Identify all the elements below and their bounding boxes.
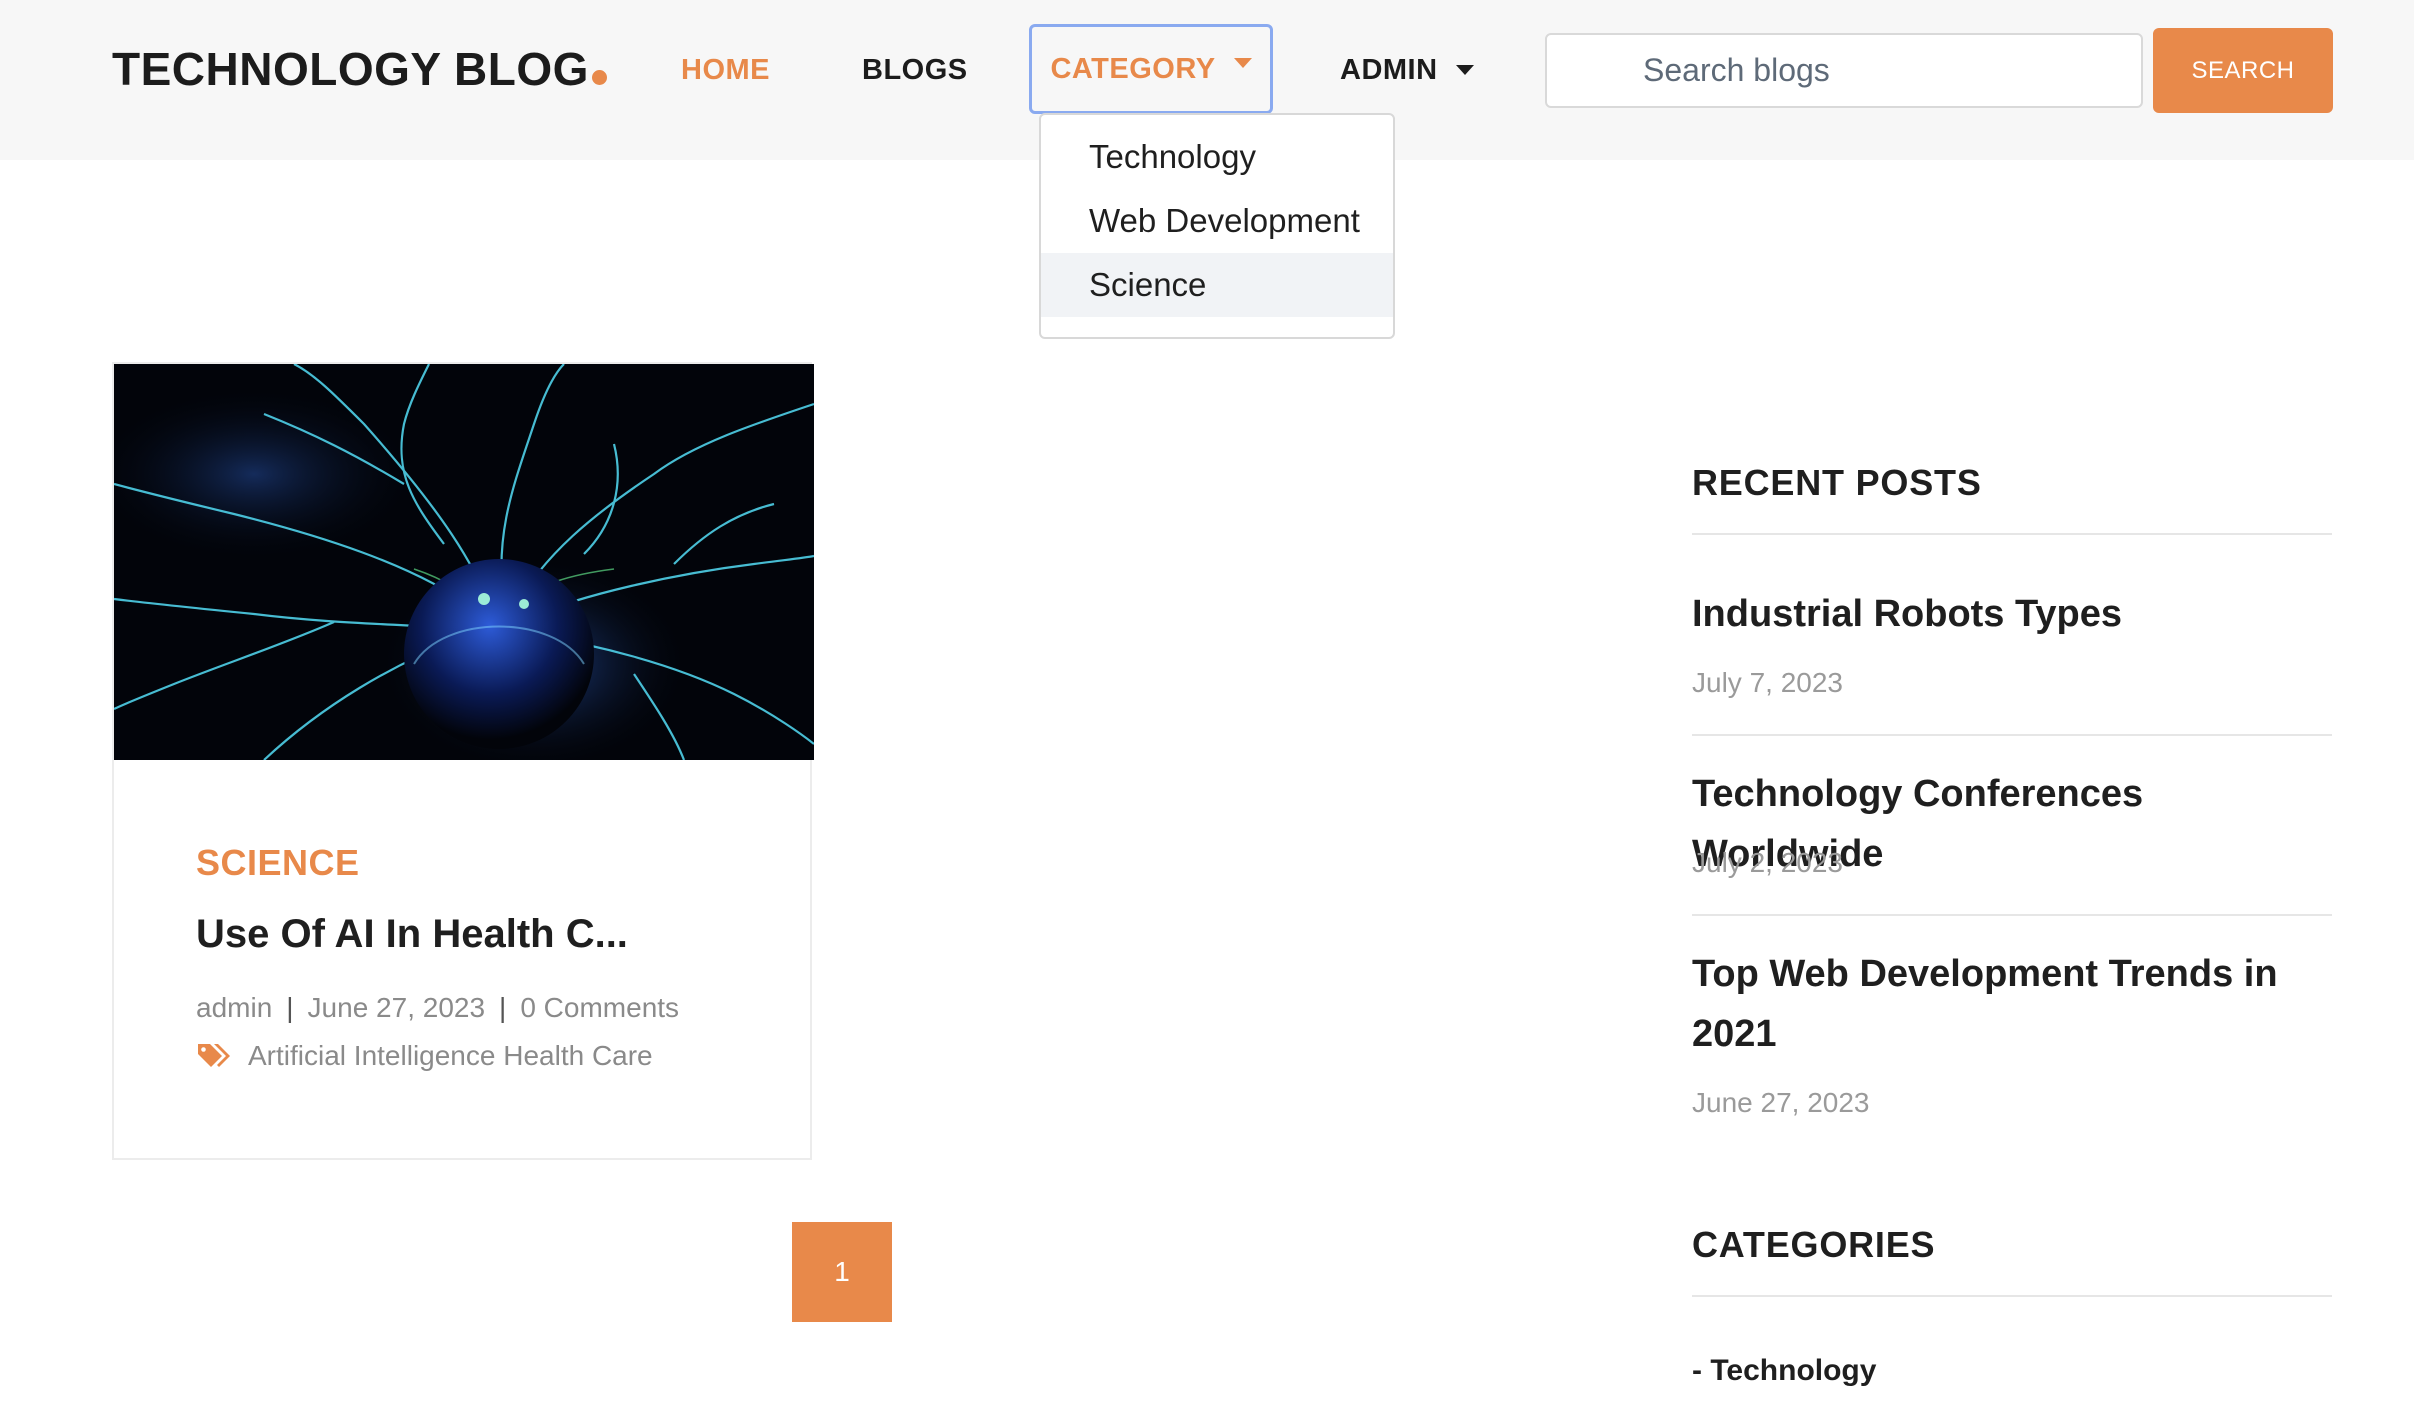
post-image[interactable]: [114, 364, 814, 760]
category-dropdown-menu: Technology Web Development Science: [1039, 113, 1395, 339]
divider: [1692, 914, 2332, 916]
recent-post-title[interactable]: Industrial Robots Types: [1692, 584, 2332, 644]
site-logo[interactable]: TECHNOLOGY BLOG: [112, 42, 607, 96]
recent-post-title[interactable]: Top Web Development Trends in 2021: [1692, 944, 2292, 1064]
post-category[interactable]: SCIENCE: [196, 842, 360, 884]
caret-down-icon: [1233, 58, 1252, 68]
divider: [1692, 1295, 2332, 1297]
meta-separator: |: [286, 992, 294, 1023]
search-input[interactable]: [1545, 33, 2143, 108]
meta-separator: |: [499, 992, 507, 1023]
sidebar-category-technology[interactable]: - Technology: [1692, 1354, 1876, 1388]
dropdown-item-technology[interactable]: Technology: [1041, 125, 1393, 189]
categories-heading: CATEGORIES: [1692, 1224, 1936, 1265]
nav-admin-label: ADMIN: [1340, 53, 1438, 86]
recent-post-date: July 7, 2023: [1692, 667, 1843, 698]
divider: [1692, 533, 2332, 535]
post-tag-list[interactable]: Artificial Intelligence Health Care: [248, 1040, 653, 1072]
logo-text: TECHNOLOGY BLOG: [112, 43, 589, 95]
logo-dot-icon: [591, 70, 607, 85]
dropdown-item-science[interactable]: Science: [1041, 253, 1393, 317]
divider: [1692, 734, 2332, 736]
recent-posts-heading: RECENT POSTS: [1692, 462, 1982, 503]
post-card: SCIENCE Use Of AI In Health C... admin | J…: [112, 362, 814, 1160]
caret-down-icon: [1455, 65, 1474, 75]
tags-icon: [198, 1044, 230, 1067]
post-title[interactable]: Use Of AI In Health C...: [196, 912, 628, 957]
pagination-page-1[interactable]: 1: [792, 1222, 892, 1322]
post-meta: admin | June 27, 2023 | 0 Comments: [196, 992, 679, 1024]
nav-home[interactable]: HOME: [681, 0, 770, 140]
post-comments[interactable]: 0 Comments: [520, 992, 679, 1023]
plasma-ball-image: [114, 364, 814, 760]
dropdown-item-web-development[interactable]: Web Development: [1041, 189, 1393, 253]
post-date: June 27, 2023: [307, 992, 486, 1023]
nav-category-dropdown-toggle[interactable]: CATEGORY: [1029, 24, 1273, 114]
post-author[interactable]: admin: [196, 992, 272, 1023]
nav-blogs[interactable]: BLOGS: [862, 0, 968, 140]
search-button[interactable]: SEARCH: [2153, 28, 2333, 113]
recent-post-date: July 2, 2023: [1692, 847, 1843, 878]
nav-category-label: CATEGORY: [1050, 52, 1216, 85]
recent-post-date: June 27, 2023: [1692, 1087, 1870, 1118]
post-tags: Artificial Intelligence Health Care: [196, 1040, 653, 1072]
